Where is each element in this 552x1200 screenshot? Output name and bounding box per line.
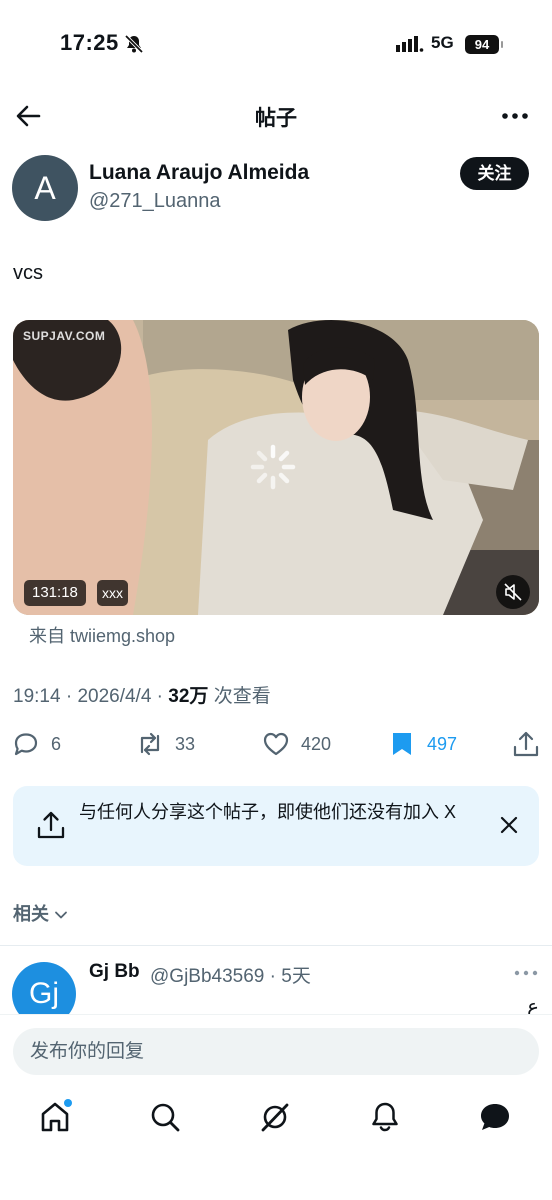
video-player[interactable]: SUPJAV.COM 131:18 xxx: [13, 320, 539, 615]
nav-home[interactable]: [38, 1099, 72, 1134]
chevron-down-icon: [55, 911, 67, 919]
video-watermark: SUPJAV.COM: [23, 329, 106, 343]
repost-button[interactable]: 33: [136, 728, 206, 760]
search-icon: [151, 1103, 180, 1132]
close-icon[interactable]: [499, 815, 519, 835]
reply-handle-text: @GjBb43569: [150, 966, 265, 987]
post-text: vcs: [13, 262, 43, 284]
signal-icon: [396, 36, 424, 52]
share-banner: 与任何人分享这个帖子，即使他们还没有加入 X: [13, 786, 539, 866]
author-avatar[interactable]: A: [12, 155, 78, 221]
view-label: 次查看: [213, 686, 271, 707]
share-icon: [513, 731, 539, 757]
author-handle[interactable]: @271_Luanna: [89, 190, 221, 213]
nav-messages[interactable]: [478, 1100, 512, 1134]
video-duration: 131:18: [24, 580, 86, 606]
network-type: 5G: [431, 33, 454, 52]
reply-button[interactable]: 6: [12, 728, 72, 760]
battery-indicator: 94: [465, 35, 503, 54]
top-header: 帖子: [0, 92, 552, 138]
repost-count: 33: [175, 734, 196, 754]
follow-button[interactable]: 关注: [460, 157, 529, 190]
post-time: 19:14: [13, 686, 61, 707]
author-name[interactable]: Luana Araujo Almeida: [89, 161, 309, 185]
bookmark-count: 497: [427, 734, 458, 754]
reply-icon: [14, 733, 38, 756]
reply-input[interactable]: [13, 1028, 539, 1075]
bell-off-icon: [124, 34, 144, 54]
status-time: 17:25: [60, 30, 119, 55]
like-button[interactable]: 420: [262, 728, 342, 760]
post-source: 来自 twiiemg.shop: [29, 622, 175, 648]
reply-author-name[interactable]: Gj Bb: [89, 961, 140, 983]
more-icon[interactable]: [500, 104, 530, 128]
like-icon: [263, 732, 289, 756]
reply-count: 6: [51, 734, 62, 754]
related-dropdown[interactable]: 相关: [13, 900, 68, 926]
repost-icon: [140, 732, 160, 756]
like-count: 420: [301, 734, 332, 754]
nav-grok[interactable]: [258, 1100, 292, 1134]
status-bar: 17:25 5G 94: [0, 0, 552, 90]
bookmark-icon: [393, 733, 411, 755]
mute-button[interactable]: [496, 575, 530, 609]
page-title: 帖子: [255, 107, 297, 130]
speaker-muted-icon: [504, 583, 522, 601]
related-label: 相关: [13, 904, 49, 924]
video-quality-badge: xxx: [97, 580, 128, 606]
share-banner-text: 与任何人分享这个帖子，即使他们还没有加入 X: [79, 802, 457, 822]
share-icon: [37, 811, 65, 839]
reply-author-handle: @GjBb43569 · 5天: [150, 966, 311, 987]
post-meta: 19:14 · 2026/4/4 · 32万 次查看: [13, 686, 271, 707]
grok-icon: [261, 1103, 289, 1132]
action-bar: 6 33 420 497: [0, 728, 552, 760]
reply-more-icon[interactable]: [514, 968, 538, 978]
reply-age: 5天: [281, 966, 311, 987]
source-prefix: 来自: [29, 626, 71, 646]
share-button[interactable]: [512, 728, 540, 760]
bookmark-button[interactable]: 497: [388, 728, 468, 760]
notifications-icon: [372, 1102, 398, 1132]
messages-icon: [481, 1104, 509, 1130]
view-count[interactable]: 32万: [168, 686, 208, 707]
home-notification-dot: [64, 1099, 72, 1107]
source-link[interactable]: twiiemg.shop: [70, 626, 175, 646]
nav-search[interactable]: [148, 1100, 182, 1134]
loading-spinner-icon: [250, 444, 296, 490]
nav-notifications[interactable]: [368, 1100, 402, 1134]
post-date: 2026/4/4: [77, 686, 152, 707]
divider: [0, 945, 552, 946]
